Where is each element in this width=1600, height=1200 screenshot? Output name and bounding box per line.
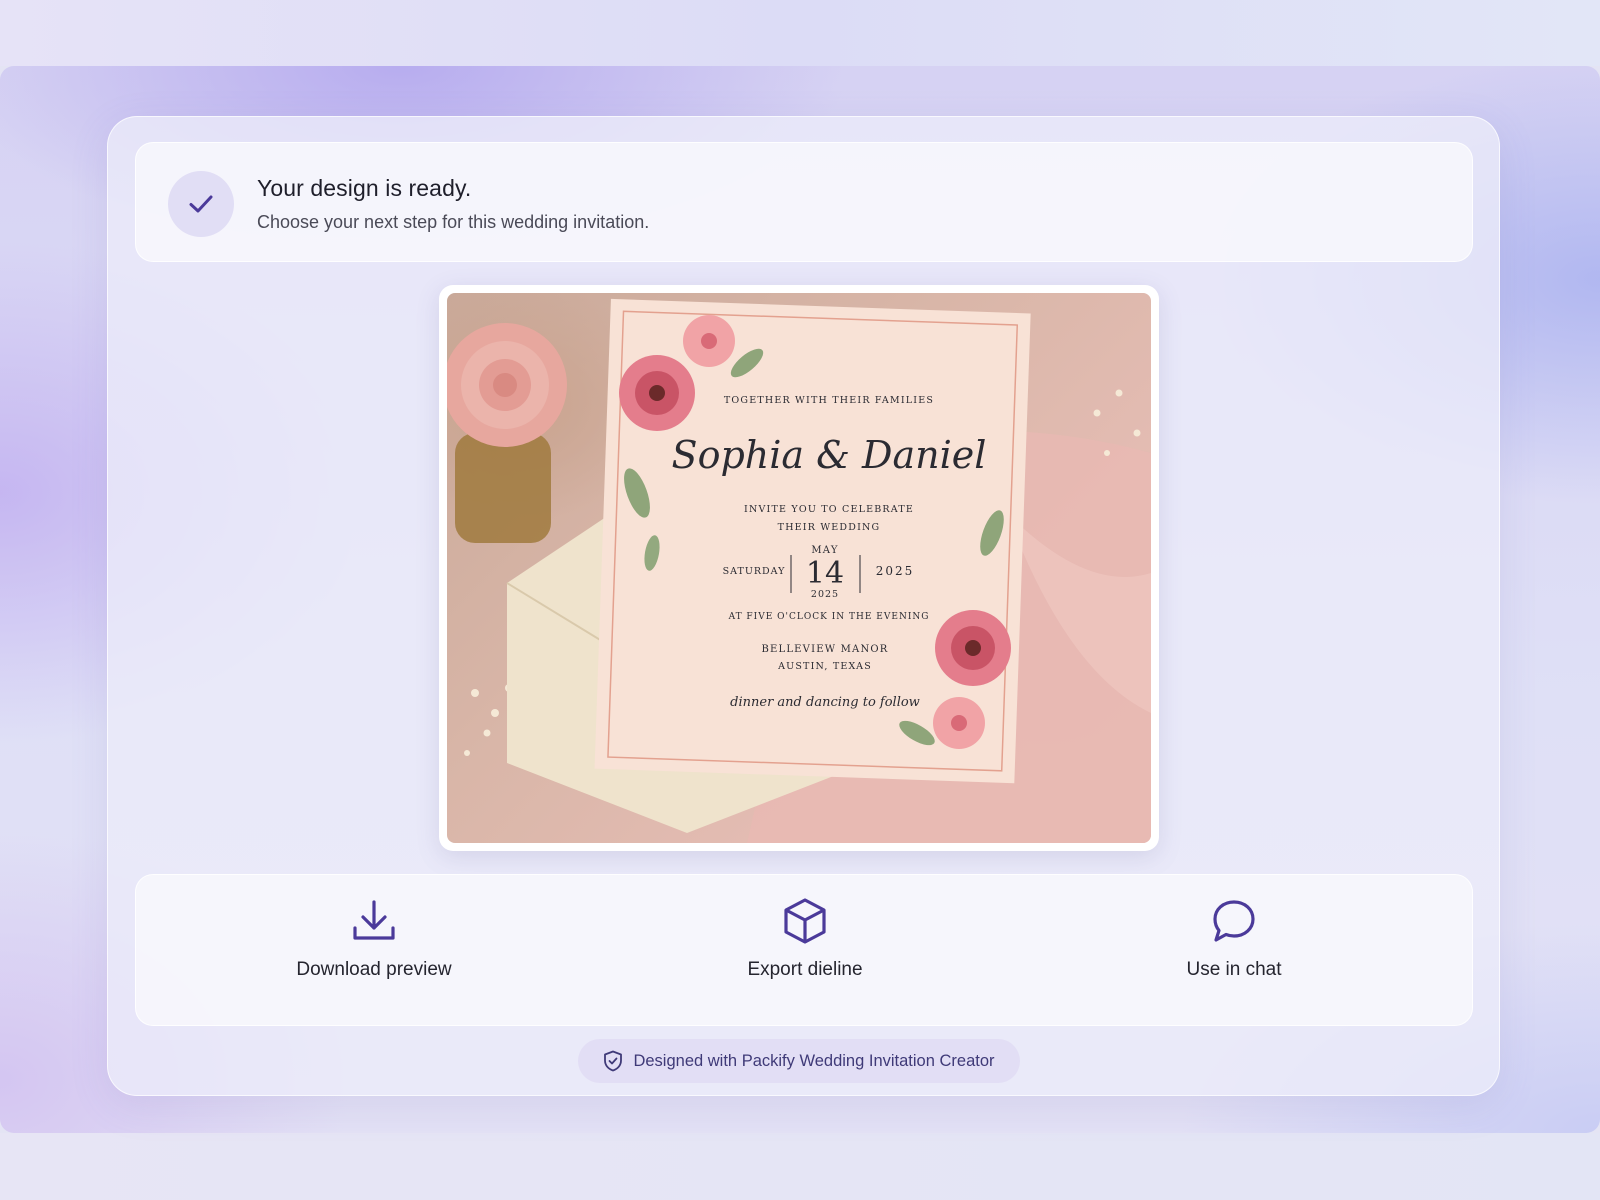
download-preview-label: Download preview <box>296 959 452 980</box>
wedding-venue: BELLEVIEW MANOR <box>761 644 888 655</box>
attribution-text: Designed with Packify Wedding Invitation… <box>633 1051 995 1070</box>
success-badge <box>168 171 234 237</box>
wedding-year-small: 2025 <box>811 589 839 600</box>
invitation-intro: TOGETHER WITH THEIR FAMILIES <box>724 395 934 406</box>
shield-check-icon <box>604 1050 623 1072</box>
chat-bubble-icon <box>1211 895 1257 947</box>
design-preview: TOGETHER WITH THEIR FAMILIES Sophia & Da… <box>439 285 1159 851</box>
top-strip <box>0 0 1600 66</box>
export-dieline-label: Export dieline <box>747 959 863 980</box>
wedding-city: AUSTIN, TEXAS <box>777 661 872 672</box>
export-dieline-button[interactable]: Export dieline <box>675 895 935 1005</box>
wedding-year: 2025 <box>876 564 915 578</box>
status-banner: Your design is ready. Choose your next s… <box>135 142 1473 262</box>
couple-names: Sophia & Daniel <box>672 433 987 477</box>
use-in-chat-label: Use in chat <box>1186 959 1282 980</box>
checkmark-icon <box>189 195 213 213</box>
status-title: Your design is ready. <box>257 175 472 201</box>
invite-line-1: INVITE YOU TO CELEBRATE <box>744 504 914 515</box>
download-preview-button[interactable]: Download preview <box>244 895 504 1005</box>
invitation-scene: TOGETHER WITH THEIR FAMILIES Sophia & Da… <box>447 298 1151 843</box>
invitation-preview-image: TOGETHER WITH THEIR FAMILIES Sophia & Da… <box>447 293 1151 843</box>
closing-line: dinner and dancing to follow <box>730 695 920 710</box>
wedding-month: MAY <box>811 545 838 556</box>
use-in-chat-button[interactable]: Use in chat <box>1104 895 1364 1005</box>
wedding-day: 14 <box>806 556 844 591</box>
download-icon <box>351 895 397 947</box>
wedding-weekday: SATURDAY <box>723 566 786 577</box>
bottom-strip <box>0 1133 1600 1200</box>
next-step-actions: Download preview Export dieline Use in c… <box>135 874 1473 1026</box>
wedding-time: AT FIVE O'CLOCK IN THE EVENING <box>728 612 930 622</box>
status-subtitle: Choose your next step for this wedding i… <box>257 212 650 232</box>
cube-icon <box>782 895 828 947</box>
attribution-badge: Designed with Packify Wedding Invitation… <box>578 1039 1020 1083</box>
invite-line-2: THEIR WEDDING <box>778 522 881 533</box>
